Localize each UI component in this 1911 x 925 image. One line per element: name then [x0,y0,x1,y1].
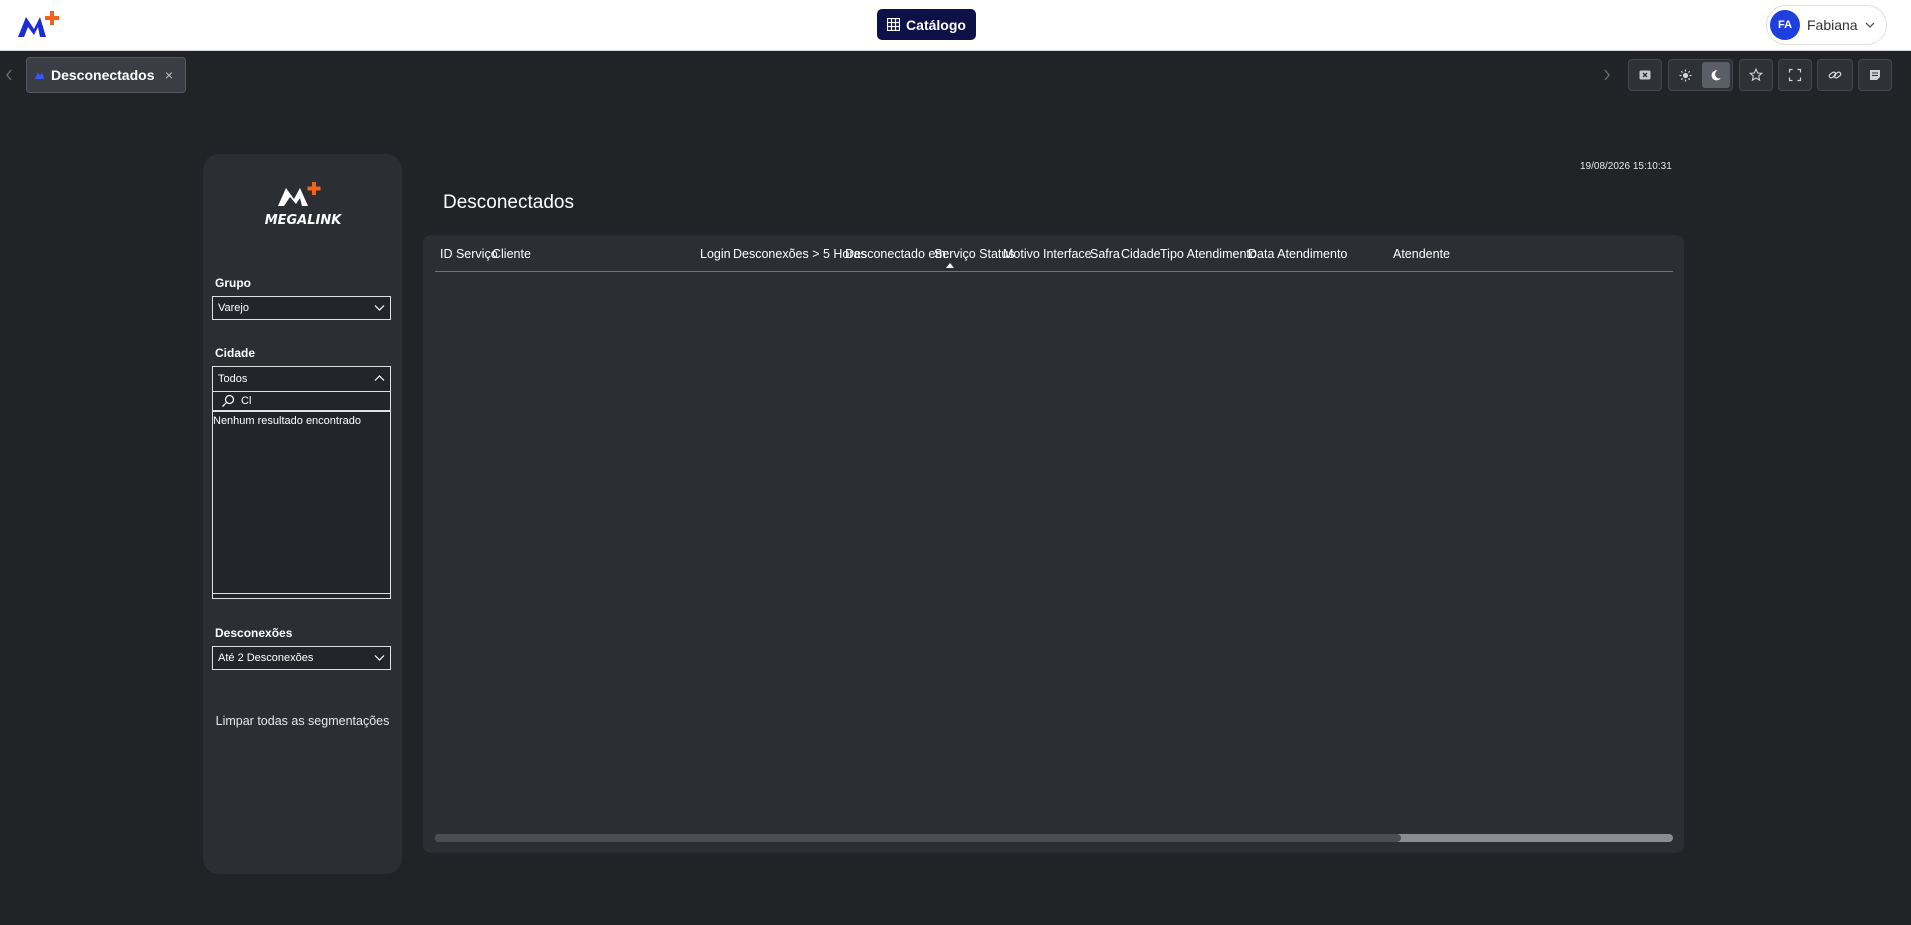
chevron-left-icon[interactable] [4,67,14,83]
notes-button[interactable] [1858,59,1892,91]
share-link-button[interactable] [1817,59,1853,91]
moon-icon [1711,69,1722,80]
desconexoes-value: Até 2 Desconexões [218,652,314,664]
grupo-select[interactable]: Varejo [212,296,391,320]
megalink-tab-icon [35,72,44,79]
page-title: Desconectados [443,192,574,213]
favorite-button[interactable] [1739,59,1773,91]
filter-panel: MEGALINK Grupo Varejo Cidade Todos Cl Ne… [203,154,402,874]
cidade-value: Todos [218,373,248,385]
sun-icon [1679,69,1692,81]
grid-icon [887,18,901,31]
cidade-dropdown-list: Nenhum resultado encontrado [212,411,391,599]
top-bar: Catálogo FA Fabiana [0,0,1911,51]
sort-ascending-icon [946,263,954,268]
tab-label: Desconectados [51,67,155,83]
cidade-search-input[interactable]: Cl [212,392,391,411]
catalog-button[interactable]: Catálogo [877,9,976,40]
close-report-button[interactable] [1628,59,1662,91]
clear-filters-button[interactable]: Limpar todas as segmentações [203,714,402,728]
column-header[interactable]: Atendente [1393,247,1450,261]
column-header[interactable]: ID Serviço [440,247,498,261]
scrollbar-track-filled[interactable] [435,834,1401,842]
tab-desconectados[interactable]: Desconectados × [26,57,186,93]
avatar: FA [1770,10,1800,40]
horizontal-scrollbar[interactable] [435,834,1673,842]
notes-icon [1870,70,1880,80]
light-theme-button[interactable] [1671,62,1700,88]
chevron-down-icon [374,655,385,661]
chevron-right-icon[interactable] [1602,67,1612,83]
desconexoes-label: Desconexões [215,626,293,640]
chevron-down-icon [374,305,385,311]
search-icon [222,394,235,407]
cidade-label: Cidade [215,346,256,360]
close-icon[interactable]: × [165,67,173,83]
column-header[interactable]: Tipo Atendimento [1160,247,1257,261]
link-icon [1828,71,1842,79]
megalink-brand-logo: MEGALINK [265,182,343,228]
cidade-search-value: Cl [241,395,252,407]
desconexoes-select[interactable]: Até 2 Desconexões [212,646,391,670]
column-header[interactable]: Login [700,247,731,261]
table-panel: ID Serviço Cliente Login Desconexões > 5… [423,235,1684,853]
chevron-down-icon [1865,22,1875,28]
fullscreen-icon [1788,68,1802,82]
close-x-icon [1639,70,1651,80]
star-icon [1749,68,1763,82]
catalog-label: Catálogo [906,16,966,33]
grupo-value: Varejo [218,302,249,314]
fullscreen-button[interactable] [1778,59,1812,91]
grupo-label: Grupo [215,276,251,290]
column-header[interactable]: Motivo [1003,247,1040,261]
brand-name: MEGALINK [265,213,343,228]
dark-theme-button[interactable] [1701,62,1730,88]
column-header[interactable]: Data Atendimento [1248,247,1347,261]
theme-toggle[interactable] [1668,59,1733,91]
column-header[interactable]: Cidade [1121,247,1161,261]
column-header[interactable]: Safra [1090,247,1120,261]
column-header[interactable]: Cliente [492,247,531,261]
column-header[interactable]: Interface [1043,247,1092,261]
chevron-up-icon [374,375,385,381]
no-results-message: Nenhum resultado encontrado [213,415,361,427]
megalink-logo-icon[interactable] [16,9,64,41]
user-name: Fabiana [1807,17,1858,33]
cidade-select[interactable]: Todos [212,366,391,392]
report-timestamp: 19/08/2026 15:10:31 [1580,161,1672,172]
table-header: ID Serviço Cliente Login Desconexões > 5… [435,235,1673,272]
cidade-dropdown-body: Nenhum resultado encontrado [213,412,390,594]
user-menu[interactable]: FA Fabiana [1766,5,1887,45]
